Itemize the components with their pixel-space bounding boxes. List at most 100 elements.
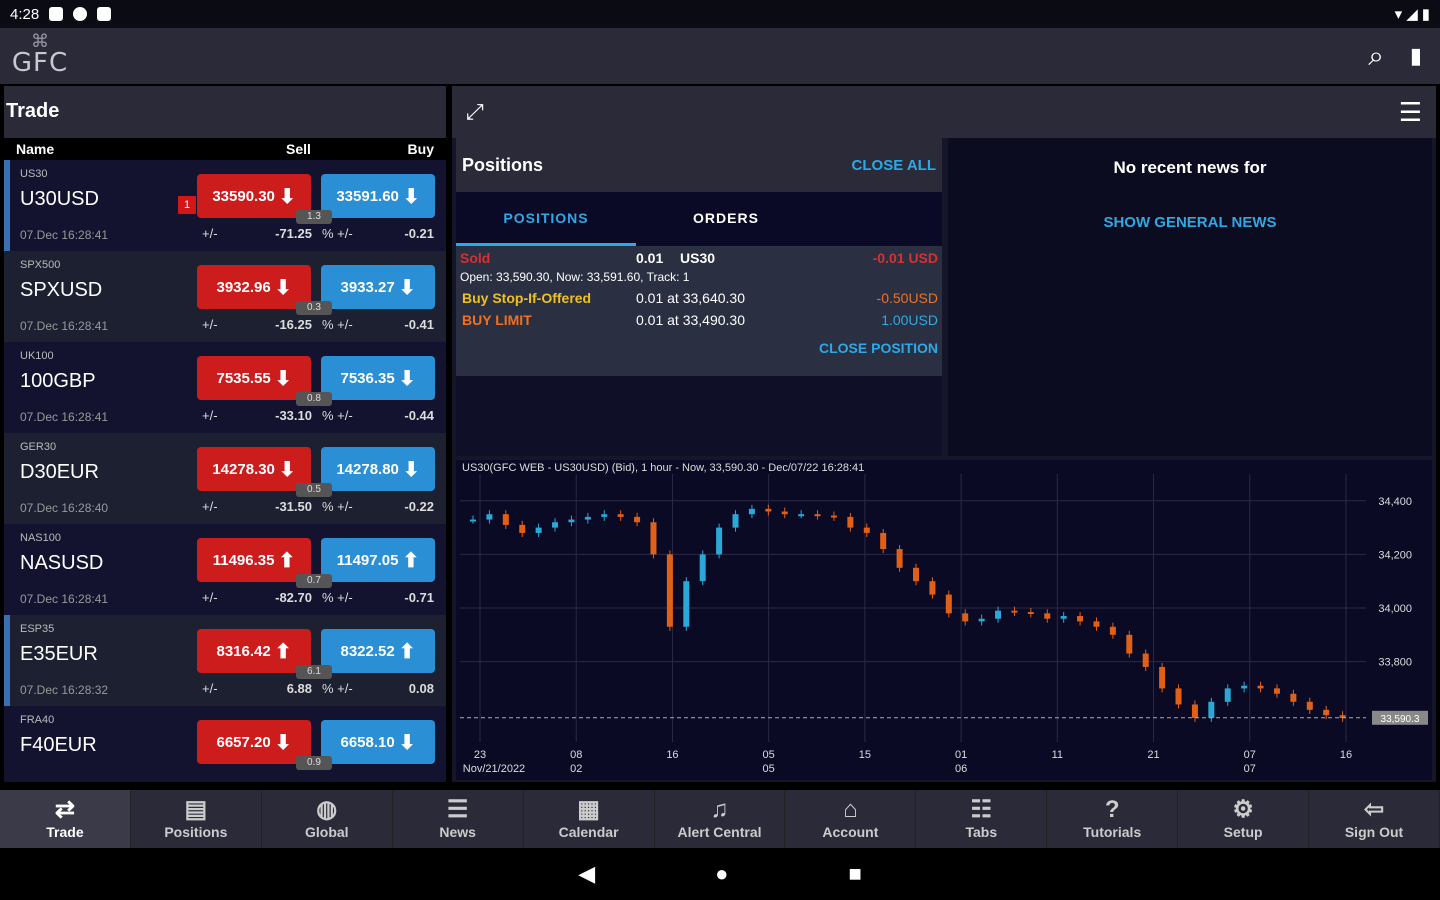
sell-button[interactable]: 7535.55 ⬇ (197, 356, 311, 400)
candle-body (666, 554, 673, 627)
price-chart[interactable]: 34,400 34,200 34,000 33,800 23 Nov/21/2022 08 0… (456, 460, 1432, 780)
candle-body (765, 508, 772, 512)
position-item[interactable]: Sold 0.01 US30 -0.01 USD Open: 33,590.30… (456, 246, 942, 376)
percent-label: % +/- (322, 226, 353, 241)
nav-news[interactable]: ☰ News (393, 790, 524, 848)
bank-icon: ⌂ (843, 796, 858, 823)
sell-button[interactable]: 8316.42 ⬆ (197, 629, 311, 673)
spread-value: 0.7 (296, 574, 332, 588)
down-arrow-icon: ⬇ (278, 185, 296, 208)
close-position-button[interactable]: CLOSE POSITION (819, 340, 938, 356)
candle-body (1323, 709, 1330, 716)
buy-button[interactable]: 6658.10 ⬇ (321, 720, 435, 764)
instrument-row[interactable]: US30 U30USD 07.Dec 16:28:41 1 33590.30 ⬇ … (4, 160, 446, 251)
chart-svg: 34,400 34,200 34,000 33,800 23 Nov/21/2022 08 0… (460, 474, 1428, 775)
up-arrow-icon: ⬆ (398, 640, 416, 663)
chart-title: US30(GFC WEB - US30USD) (Bid), 1 hour - … (462, 462, 865, 474)
change-value: -16.25 (275, 317, 312, 332)
position-side: Sold (460, 250, 491, 266)
column-sell: Sell (286, 141, 311, 157)
candle-body (470, 519, 476, 522)
sell-button[interactable]: 3932.96 ⬇ (197, 265, 311, 309)
sell-button[interactable]: 6657.20 ⬇ (197, 720, 311, 764)
trade-title: Trade (6, 100, 60, 122)
sign-out-icon: ⇦ (1363, 796, 1385, 823)
instrument-symbol: SPXUSD (20, 279, 103, 301)
change-label: +/- (202, 590, 218, 605)
spread-value: 0.8 (296, 392, 332, 406)
sell-button[interactable]: 11496.35 ⬆ (197, 538, 311, 582)
x-tick-label: 15 (859, 749, 871, 761)
percent-label: % +/- (322, 590, 353, 605)
candle-body (1175, 688, 1182, 705)
percent-value: -0.44 (404, 408, 434, 423)
instrument-symbol: F40EUR (20, 734, 97, 756)
spread-value: 0.5 (296, 483, 332, 497)
instrument-row[interactable]: GER30 D30EUR 07.Dec 16:28:40 14278.30 ⬇ 1… (4, 433, 446, 524)
overflow-icon[interactable]: ▮ (1410, 43, 1422, 69)
spread-value: 0.9 (296, 756, 332, 770)
percent-value: -0.41 (404, 317, 434, 332)
app-notification-icon (73, 7, 88, 21)
tab-positions[interactable]: POSITIONS (456, 192, 636, 246)
nav-alert-central[interactable]: ♫ Alert Central (655, 790, 786, 848)
instrument-date: 07.Dec 16:28:41 (20, 592, 109, 606)
nav-positions[interactable]: ▤ Positions (131, 790, 262, 848)
candle-body (1060, 616, 1067, 619)
instrument-date: 07.Dec 16:28:41 (20, 228, 109, 242)
nav-global[interactable]: ◍ Global (262, 790, 393, 848)
nav-setup[interactable]: ⚙ Setup (1178, 790, 1310, 848)
candle-body (1077, 616, 1084, 622)
percent-label: % +/- (322, 681, 353, 696)
candle-body (650, 522, 657, 555)
instrument-symbol: D30EUR (20, 461, 99, 483)
candle-body (830, 515, 837, 518)
search-icon[interactable]: ⌕ (1368, 40, 1384, 73)
tab-orders[interactable]: ORDERS (636, 192, 816, 246)
candle-body (683, 581, 690, 627)
instrument-row[interactable]: NAS100 NASUSD 07.Dec 16:28:41 11496.35 ⬆ … (4, 524, 446, 615)
buy-button[interactable]: 3933.27 ⬇ (321, 265, 435, 309)
candle-body (601, 514, 608, 517)
recents-icon[interactable]: ■ (848, 861, 861, 887)
buy-button[interactable]: 14278.80 ⬇ (321, 447, 435, 491)
sell-button[interactable]: 14278.30 ⬇ (197, 447, 311, 491)
candle-body (1093, 621, 1100, 627)
up-arrow-icon: ⬆ (402, 549, 420, 572)
instrument-row[interactable]: ESP35 E35EUR 07.Dec 16:28:32 8316.42 ⬆ 83… (4, 615, 446, 706)
expand-icon[interactable]: ⤢ (466, 99, 484, 125)
close-all-button[interactable]: CLOSE ALL (852, 157, 936, 174)
instrument-date: 07.Dec 16:28:32 (20, 683, 109, 697)
down-arrow-icon: ⬇ (398, 367, 416, 390)
candle-body (847, 516, 854, 528)
candle-body (1241, 685, 1248, 689)
hamburger-menu-icon[interactable]: ☰ (1399, 97, 1422, 128)
status-time: 4:28 (10, 5, 40, 23)
notification-icon (49, 7, 64, 21)
nav-sign-out[interactable]: ⇦ Sign Out (1309, 790, 1440, 848)
buy-button[interactable]: 33591.60 ⬇ (321, 174, 435, 218)
trade-panel: Trade Name Sell Buy US30 U30USD 07.Dec 1… (4, 86, 446, 782)
buy-button[interactable]: 7536.35 ⬇ (321, 356, 435, 400)
candle-body (945, 594, 952, 614)
buy-button[interactable]: 11497.05 ⬆ (321, 538, 435, 582)
instrument-date: 07.Dec 16:28:41 (20, 319, 109, 333)
nav-tutorials[interactable]: ? Tutorials (1047, 790, 1179, 848)
home-icon[interactable]: ● (715, 861, 728, 887)
instrument-row[interactable]: SPX500 SPXUSD 07.Dec 16:28:41 3932.96 ⬇ 3… (4, 251, 446, 342)
x-tick-label: 16 (1340, 749, 1352, 761)
sell-button[interactable]: 33590.30 ⬇ (197, 174, 311, 218)
nav-account[interactable]: ⌂ Account (785, 790, 917, 848)
back-icon[interactable]: ◀ (578, 861, 595, 887)
buy-button[interactable]: 8322.52 ⬆ (321, 629, 435, 673)
nav-trade[interactable]: ⇄ Trade (0, 790, 131, 848)
candle-body (1273, 688, 1280, 694)
instrument-row[interactable]: FRA40 F40EUR 6657.20 ⬇ 6658.10 ⬇ 0.9 (4, 706, 446, 782)
nav-tabs[interactable]: ☷ Tabs (916, 790, 1048, 848)
instrument-date: 07.Dec 16:28:40 (20, 501, 109, 515)
signal-icon: ◢ (1406, 6, 1418, 23)
instrument-row[interactable]: UK100 100GBP 07.Dec 16:28:41 7535.55 ⬇ 75… (4, 342, 446, 433)
nav-calendar[interactable]: ▦ Calendar (524, 790, 655, 848)
spread-value: 6.1 (296, 665, 332, 679)
show-general-news-link[interactable]: SHOW GENERAL NEWS (948, 214, 1432, 231)
